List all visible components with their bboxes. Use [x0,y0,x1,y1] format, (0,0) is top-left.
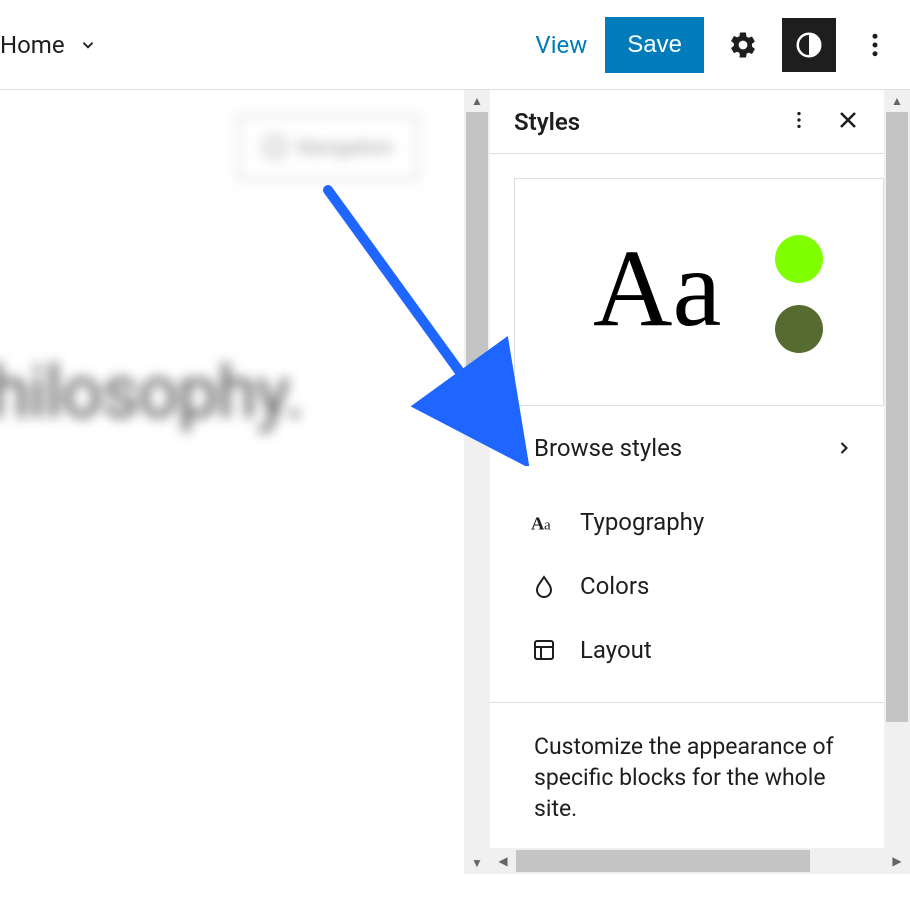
typography-icon: Aa [530,508,558,536]
style-preview-card[interactable]: Aa [514,178,884,406]
view-link[interactable]: View [535,31,587,59]
sidebar-vertical-scrollbar[interactable]: ▲ ▼ [884,90,910,874]
scroll-left-icon: ◀ [490,854,516,868]
gear-icon [728,30,758,60]
scrollbar-thumb[interactable] [516,850,810,872]
canvas-vertical-scrollbar[interactable]: ▲ ▼ [464,90,490,874]
layout-item[interactable]: Layout [530,618,860,682]
style-categories: Aa Typography Colors Layout [490,490,884,682]
layout-icon [530,636,558,664]
top-toolbar: Home View Save [0,0,910,90]
editor-canvas[interactable]: Navigation hilosophy. ▲ ▼ [0,90,490,874]
svg-text:a: a [544,517,551,534]
document-title: Home [0,31,65,59]
save-button[interactable]: Save [605,17,704,73]
scrollbar-thumb[interactable] [886,112,908,722]
more-vertical-icon [860,30,890,60]
navigation-block-label: Navigation [297,135,393,159]
close-panel-button[interactable] [832,104,864,139]
scroll-up-icon: ▲ [471,94,483,108]
settings-button[interactable] [716,18,770,72]
browse-styles-label: Browse styles [534,434,682,462]
scrollbar-thumb[interactable] [466,112,488,398]
typography-item[interactable]: Aa Typography [530,490,860,554]
drop-icon [530,572,558,600]
chevron-right-icon [834,438,854,458]
panel-header: Styles [490,90,884,154]
more-vertical-icon [788,109,810,131]
browse-styles-button[interactable]: Browse styles [490,406,884,490]
navigation-block-placeholder: Navigation [238,114,418,180]
main-area: Navigation hilosophy. ▲ ▼ Styles [0,90,910,874]
contrast-icon [794,30,824,60]
scroll-down-icon: ▼ [471,856,483,870]
toolbar-actions: View Save [535,17,902,73]
chevron-down-icon [79,36,97,54]
hero-text: hilosophy. [0,350,303,435]
sidebar-horizontal-scrollbar[interactable]: ◀ ▶ [490,848,910,874]
compass-icon [263,135,287,159]
blocks-description: Customize the appearance of specific blo… [490,703,884,834]
colors-label: Colors [580,572,649,600]
document-switcher[interactable]: Home [0,31,97,59]
panel-title: Styles [514,108,580,136]
typography-sample: Aa [593,233,721,343]
typography-label: Typography [580,508,704,536]
close-icon [836,108,860,132]
panel-more-button[interactable] [784,105,814,138]
styles-button[interactable] [782,18,836,72]
color-swatch-secondary [775,305,823,353]
colors-item[interactable]: Colors [530,554,860,618]
styles-sidebar: Styles Aa Browse styles [490,90,910,874]
scroll-right-icon: ▶ [884,854,910,868]
color-swatch-primary [775,235,823,283]
canvas-content: Navigation hilosophy. [0,90,490,874]
scroll-up-icon: ▲ [891,94,903,108]
svg-text:A: A [531,514,545,534]
more-options-button[interactable] [848,18,902,72]
bottom-padding [0,874,910,910]
layout-label: Layout [580,636,652,664]
